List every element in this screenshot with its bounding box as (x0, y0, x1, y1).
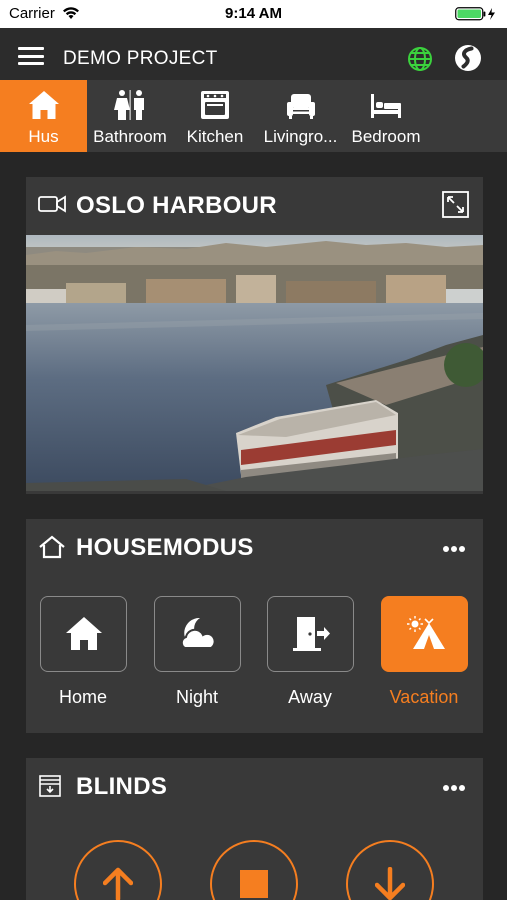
oven-icon (201, 91, 229, 119)
housemodus-card: HOUSEMODUS Home Night Away Vacation (26, 519, 483, 733)
tab-kitchen[interactable]: Kitchen (173, 80, 257, 152)
restroom-icon (114, 90, 144, 120)
housemodus-card-header: HOUSEMODUS (26, 519, 483, 575)
room-tab-bar: Hus Bathroom Kitchen Livingro... Bedroom (0, 80, 507, 152)
mode-home-button[interactable] (40, 596, 127, 672)
blinds-card: BLINDS (26, 758, 483, 900)
more-options-icon[interactable] (443, 539, 467, 552)
mode-night-button[interactable] (154, 596, 241, 672)
video-camera-icon (38, 193, 66, 220)
mode-away-button[interactable] (267, 596, 354, 672)
mode-night-label: Night (175, 687, 219, 707)
project-title: DEMO PROJECT (63, 48, 218, 69)
arrow-down-icon (375, 867, 405, 900)
more-options-icon[interactable] (443, 778, 467, 791)
blinds-icon (38, 774, 62, 803)
blinds-title: BLINDS (76, 773, 168, 800)
house-icon (28, 91, 59, 119)
blinds-down-button[interactable] (346, 840, 434, 900)
mode-home-label: Home (58, 687, 107, 707)
stop-icon (240, 870, 268, 898)
clock: 9:14 AM (225, 5, 282, 22)
battery-icon (455, 7, 499, 21)
door-exit-icon (292, 617, 330, 651)
camera-card-header: OSLO HARBOUR (26, 177, 483, 233)
tab-label: Bathroom (93, 127, 167, 146)
status-bar: Carrier 9:14 AM (0, 0, 507, 28)
camera-card: OSLO HARBOUR (26, 177, 483, 494)
fullscreen-expand-icon[interactable] (442, 191, 469, 218)
camera-feed-image[interactable] (26, 235, 483, 491)
tab-label: Bedroom (351, 127, 421, 146)
armchair-icon (286, 94, 315, 119)
tab-label: Kitchen (186, 127, 244, 146)
tab-bedroom[interactable]: Bedroom (344, 80, 428, 152)
arrow-up-icon (103, 867, 133, 900)
tent-sun-icon (406, 616, 445, 649)
tab-label: Hus (28, 127, 59, 146)
brand-logo-icon[interactable] (454, 44, 482, 72)
housemodus-title: HOUSEMODUS (76, 534, 254, 561)
camera-title: OSLO HARBOUR (76, 192, 277, 219)
house-icon (65, 617, 102, 650)
mode-vacation-button[interactable] (381, 596, 468, 672)
globe-icon[interactable] (407, 46, 433, 72)
tab-bathroom[interactable]: Bathroom (87, 80, 173, 152)
tab-hus[interactable]: Hus (0, 80, 87, 152)
hamburger-menu-icon[interactable] (18, 47, 44, 65)
house-outline-icon (38, 535, 66, 564)
tab-livingroom[interactable]: Livingro... (257, 80, 344, 152)
moon-cloud-icon (180, 617, 216, 649)
app-header: DEMO PROJECT (0, 28, 507, 80)
tab-label: Livingro... (263, 127, 338, 146)
blinds-card-header: BLINDS (26, 758, 483, 814)
blinds-up-button[interactable] (74, 840, 162, 900)
blinds-stop-button[interactable] (210, 840, 298, 900)
mode-away-label: Away (288, 687, 332, 707)
mode-vacation-label: Vacation (389, 687, 459, 707)
bed-icon (371, 94, 401, 118)
